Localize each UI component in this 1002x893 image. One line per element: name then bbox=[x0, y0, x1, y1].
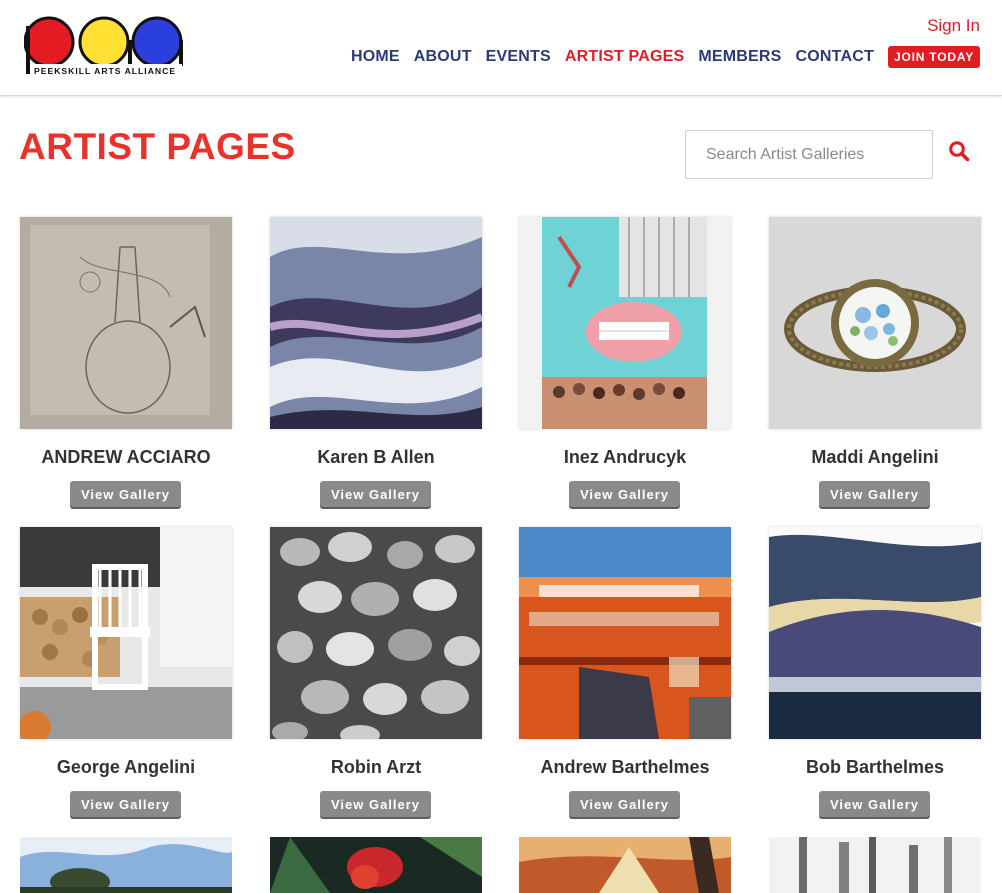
view-gallery-button[interactable]: View Gallery bbox=[70, 481, 181, 507]
search-input[interactable] bbox=[685, 130, 933, 179]
artist-card: George Angelini View Gallery bbox=[20, 527, 232, 817]
artist-name: Bob Barthelmes bbox=[805, 757, 945, 777]
artist-card: Robin Arzt View Gallery bbox=[270, 527, 482, 817]
nav-home[interactable]: HOME bbox=[351, 48, 400, 66]
artist-name: ANDREW ACCIARO bbox=[41, 447, 211, 467]
nav-events[interactable]: EVENTS bbox=[486, 48, 551, 66]
artwork-thumbnail[interactable] bbox=[270, 527, 482, 739]
artist-name: Inez Andrucyk bbox=[563, 447, 687, 467]
view-gallery-button[interactable]: View Gallery bbox=[320, 791, 431, 817]
nav-members[interactable]: MEMBERS bbox=[698, 48, 781, 66]
view-gallery-button[interactable]: View Gallery bbox=[819, 481, 930, 507]
nav-artist-pages[interactable]: ARTIST PAGES bbox=[565, 48, 684, 66]
site-logo[interactable]: PEEKSKILL ARTS ALLIANCE bbox=[24, 10, 184, 76]
artist-card: ANDREW ACCIARO View Gallery bbox=[20, 217, 232, 507]
artwork-thumbnail[interactable] bbox=[20, 527, 232, 739]
view-gallery-button[interactable]: View Gallery bbox=[819, 791, 930, 817]
artwork-thumbnail[interactable] bbox=[519, 527, 731, 739]
artist-card: Karen B Allen View Gallery bbox=[270, 217, 482, 507]
view-gallery-button[interactable]: View Gallery bbox=[320, 481, 431, 507]
artist-name: Karen B Allen bbox=[317, 447, 435, 467]
artist-name: Maddi Angelini bbox=[811, 447, 939, 467]
artwork-thumbnail[interactable] bbox=[519, 217, 731, 429]
artwork-thumbnail[interactable] bbox=[20, 837, 232, 893]
svg-text:PEEKSKILL ARTS ALLIANCE: PEEKSKILL ARTS ALLIANCE bbox=[34, 66, 176, 76]
page-title: ARTIST PAGES bbox=[19, 126, 296, 167]
view-gallery-button[interactable]: View Gallery bbox=[569, 481, 680, 507]
join-today-button[interactable]: JOIN TODAY bbox=[887, 46, 980, 68]
main-nav: HOME ABOUT EVENTS ARTIST PAGES MEMBERS C… bbox=[337, 46, 980, 68]
artist-name: Robin Arzt bbox=[330, 757, 422, 777]
artist-name: George Angelini bbox=[56, 757, 196, 777]
nav-about[interactable]: ABOUT bbox=[414, 48, 472, 66]
nav-contact[interactable]: CONTACT bbox=[796, 48, 874, 66]
artist-name: Andrew Barthelmes bbox=[540, 757, 710, 777]
artwork-thumbnail[interactable] bbox=[270, 837, 482, 893]
artist-card: Andrew Barthelmes View Gallery bbox=[519, 527, 731, 817]
view-gallery-button[interactable]: View Gallery bbox=[569, 791, 680, 817]
search-icon[interactable] bbox=[948, 140, 970, 162]
artwork-thumbnail[interactable] bbox=[769, 837, 981, 893]
artist-card: Inez Andrucyk View Gallery bbox=[519, 217, 731, 507]
site-header: PEEKSKILL ARTS ALLIANCE Sign In HOME ABO… bbox=[0, 0, 1002, 96]
artwork-thumbnail[interactable] bbox=[769, 527, 981, 739]
artist-card: Bob Barthelmes View Gallery bbox=[769, 527, 981, 817]
artwork-thumbnail[interactable] bbox=[270, 217, 482, 429]
artwork-thumbnail[interactable] bbox=[519, 837, 731, 893]
artwork-thumbnail[interactable] bbox=[20, 217, 232, 429]
view-gallery-button[interactable]: View Gallery bbox=[70, 791, 181, 817]
artwork-thumbnail[interactable] bbox=[769, 217, 981, 429]
sign-in-link[interactable]: Sign In bbox=[927, 16, 980, 36]
artist-card: Maddi Angelini View Gallery bbox=[769, 217, 981, 507]
